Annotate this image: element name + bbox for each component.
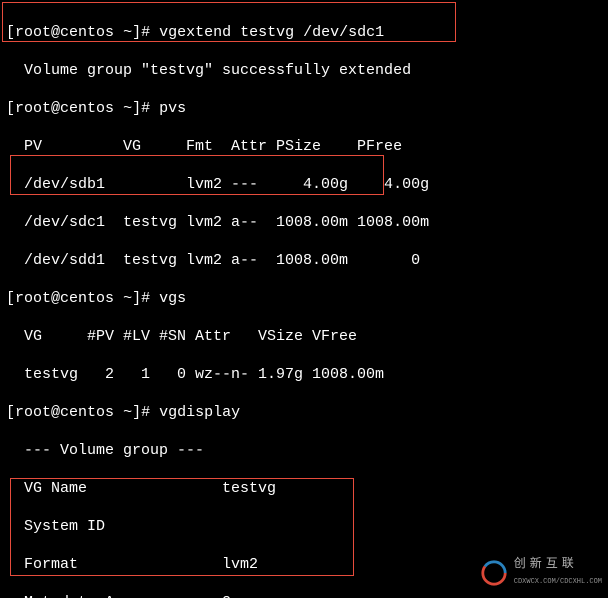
- terminal-output[interactable]: [root@centos ~]# vgextend testvg /dev/sd…: [0, 0, 608, 598]
- prompt-userhost: root@centos: [15, 100, 114, 117]
- prompt-userhost: root@centos: [15, 404, 114, 421]
- pvs-row-sdb1: /dev/sdb1 lvm2 --- 4.00g 4.00g: [6, 175, 602, 194]
- vgextend-output: Volume group "testvg" successfully exten…: [6, 61, 602, 80]
- prompt-open: [: [6, 290, 15, 307]
- cmd-line-pvs: [root@centos ~]# pvs: [6, 99, 602, 118]
- prompt-path: ~: [123, 404, 132, 421]
- prompt-open: [: [6, 100, 15, 117]
- vgs-row-testvg: testvg 2 1 0 wz--n- 1.97g 1008.00m: [6, 365, 602, 384]
- prompt-close: ]#: [132, 100, 150, 117]
- prompt-path: ~: [123, 100, 132, 117]
- vgdisplay-title: --- Volume group ---: [6, 441, 602, 460]
- cmd-line-vgextend: [root@centos ~]# vgextend testvg /dev/sd…: [6, 23, 602, 42]
- cmd-vgextend: vgextend testvg /dev/sdc1: [159, 24, 384, 41]
- vgs-header: VG #PV #LV #SN Attr VSize VFree: [6, 327, 602, 346]
- prompt-open: [: [6, 24, 15, 41]
- prompt-open: [: [6, 404, 15, 421]
- cmd-vgdisplay: vgdisplay: [159, 404, 240, 421]
- prompt-path: ~: [123, 290, 132, 307]
- prompt-userhost: root@centos: [15, 24, 114, 41]
- prompt-close: ]#: [132, 24, 150, 41]
- prompt-path: ~: [123, 24, 132, 41]
- cmd-line-vgdisplay: [root@centos ~]# vgdisplay: [6, 403, 602, 422]
- vgdisplay-format: Format lvm2: [6, 555, 602, 574]
- pvs-header: PV VG Fmt Attr PSize PFree: [6, 137, 602, 156]
- pvs-row-sdc1: /dev/sdc1 testvg lvm2 a-- 1008.00m 1008.…: [6, 213, 602, 232]
- pvs-row-sdd1: /dev/sdd1 testvg lvm2 a-- 1008.00m 0: [6, 251, 602, 270]
- cmd-vgs: vgs: [159, 290, 186, 307]
- cmd-line-vgs: [root@centos ~]# vgs: [6, 289, 602, 308]
- vgdisplay-sysid: System ID: [6, 517, 602, 536]
- prompt-userhost: root@centos: [15, 290, 114, 307]
- cmd-pvs: pvs: [159, 100, 186, 117]
- vgdisplay-metadata-areas: Metadata Areas 2: [6, 593, 602, 598]
- prompt-close: ]#: [132, 404, 150, 421]
- vgdisplay-name: VG Name testvg: [6, 479, 602, 498]
- prompt-close: ]#: [132, 290, 150, 307]
